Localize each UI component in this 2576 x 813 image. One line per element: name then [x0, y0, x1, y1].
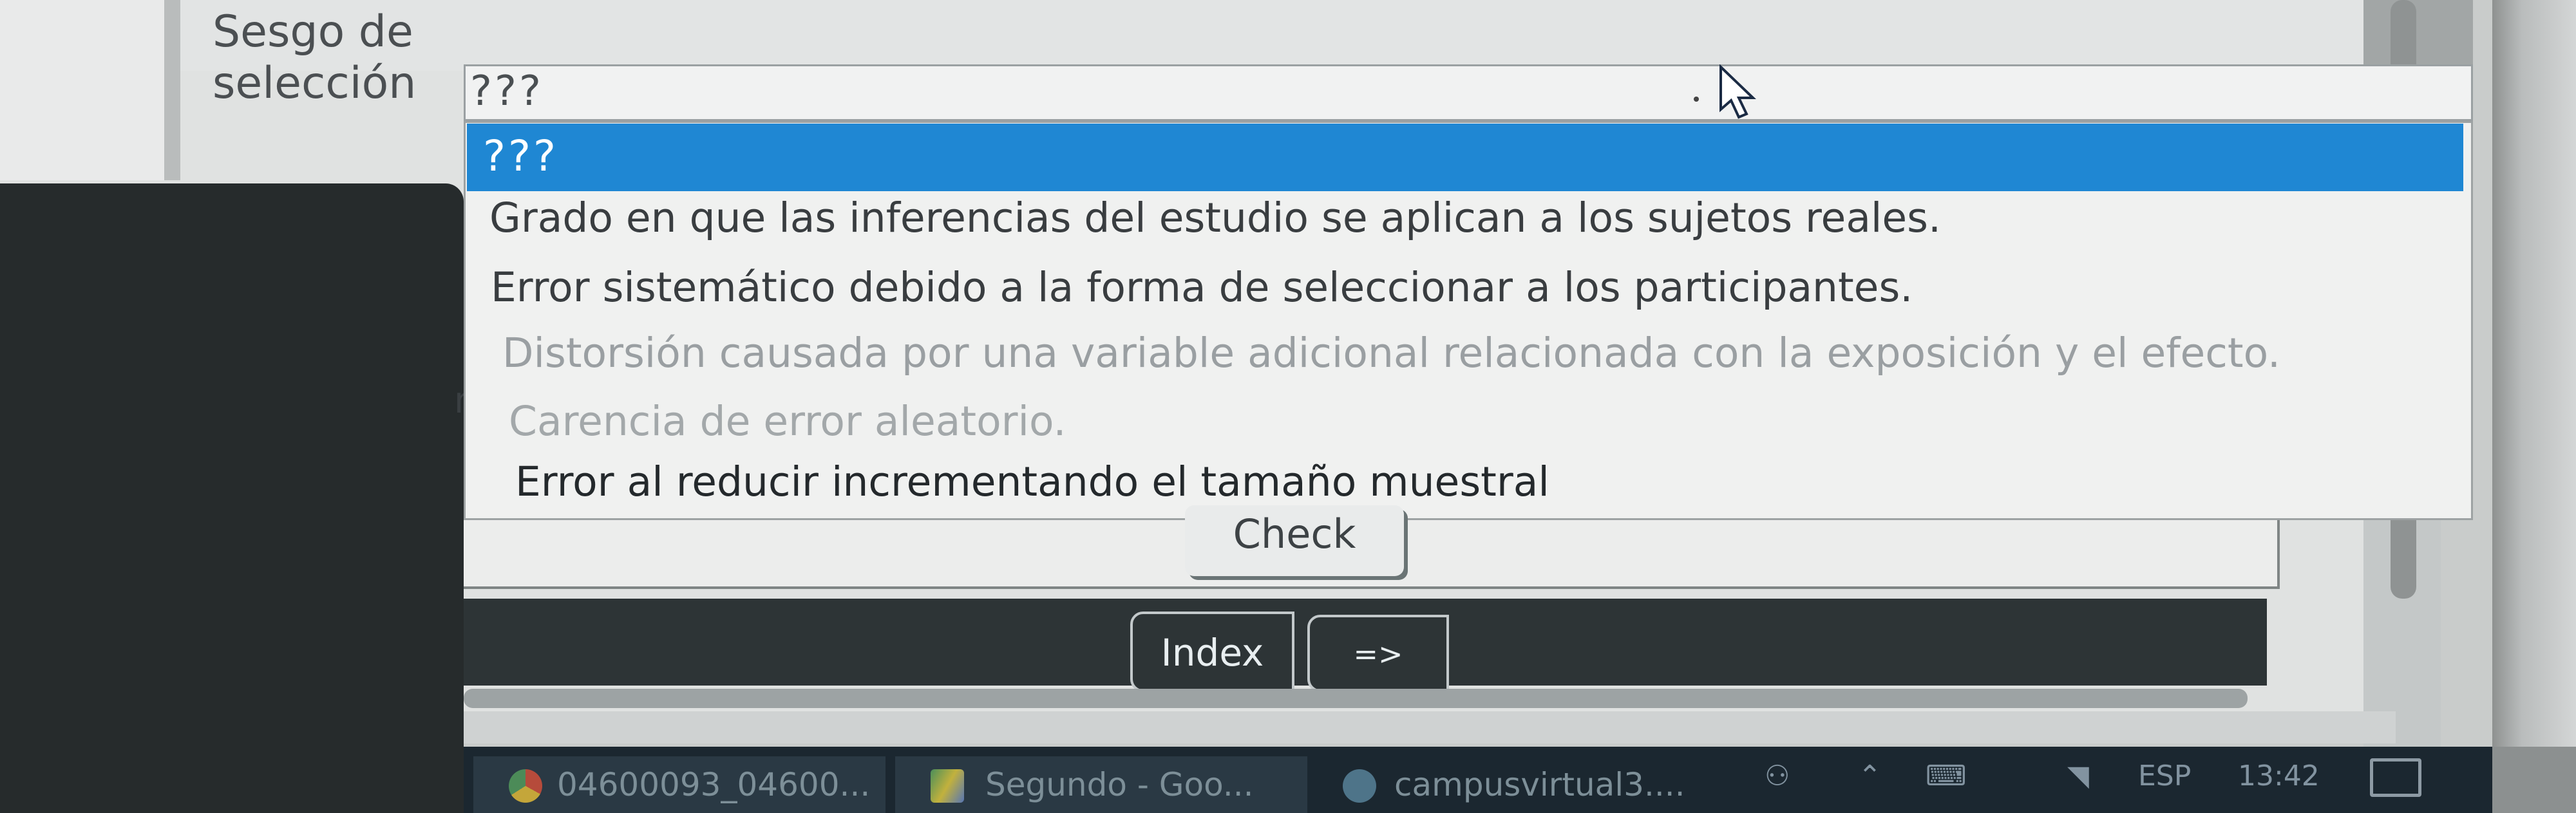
dropdown-option[interactable]: Grado en que las inferencias del estudio…	[489, 194, 1941, 241]
clock[interactable]: 13:42	[2238, 760, 2320, 792]
dropdown-option[interactable]: Error sistemático debido a la forma de s…	[491, 264, 1913, 311]
wifi-icon[interactable]: ◥	[2067, 760, 2089, 792]
monitor-bezel	[2492, 0, 2576, 813]
select-arrow-icon	[1694, 97, 1699, 102]
monitor-bezel-bottom	[2492, 747, 2576, 813]
question-row-background	[164, 0, 2367, 71]
moodle-icon	[1343, 769, 1376, 803]
language-indicator[interactable]: ESP	[2138, 760, 2191, 792]
taskbar-item-label: Segundo - Goo...	[985, 766, 1254, 803]
chevron-up-icon[interactable]: ⌃	[1858, 760, 1882, 792]
keyboard-icon[interactable]: ⌨	[1926, 760, 1967, 792]
answer-select[interactable]	[464, 64, 2473, 121]
chrome-icon	[509, 769, 542, 803]
taskbar-item-label: campusvirtual3....	[1394, 766, 1685, 803]
question-label: Sesgo de selección	[213, 6, 417, 109]
horizontal-scrollbar-thumb[interactable]	[464, 689, 2248, 708]
taskbar-item-chrome[interactable]: 04600093_04600...	[473, 756, 886, 813]
taskbar-item-campus[interactable]: campusvirtual3....	[1317, 756, 1703, 813]
dropdown-option[interactable]: Error al reducir incrementando el tamaño…	[515, 458, 1549, 505]
taskbar-item-label: 04600093_04600...	[557, 766, 871, 803]
dark-left-region	[0, 183, 464, 813]
dropdown-option-selected[interactable]: ???	[467, 124, 2463, 191]
page-margin-shadow	[164, 0, 180, 180]
answer-select-value: ???	[470, 68, 544, 115]
dropdown-option[interactable]: Carencia de error aleatorio.	[509, 398, 1066, 445]
notification-icon[interactable]	[2370, 758, 2421, 797]
check-button[interactable]: Check	[1185, 505, 1404, 576]
horizontal-scroll-area	[464, 711, 2396, 743]
dropdown-option[interactable]: Distorsión causada por una variable adic…	[502, 330, 2280, 377]
dropdown-option-label: ???	[483, 131, 559, 181]
mouse-cursor-icon	[1719, 64, 1756, 119]
taskbar-item-drive[interactable]: Segundo - Goo...	[895, 756, 1307, 813]
next-button[interactable]: =>	[1307, 615, 1449, 692]
scroll-track-top	[2363, 0, 2473, 74]
people-icon[interactable]: ⚇	[1765, 760, 1790, 792]
index-button[interactable]: Index	[1130, 612, 1294, 692]
page-margin	[0, 0, 164, 180]
google-drive-icon	[931, 769, 964, 803]
